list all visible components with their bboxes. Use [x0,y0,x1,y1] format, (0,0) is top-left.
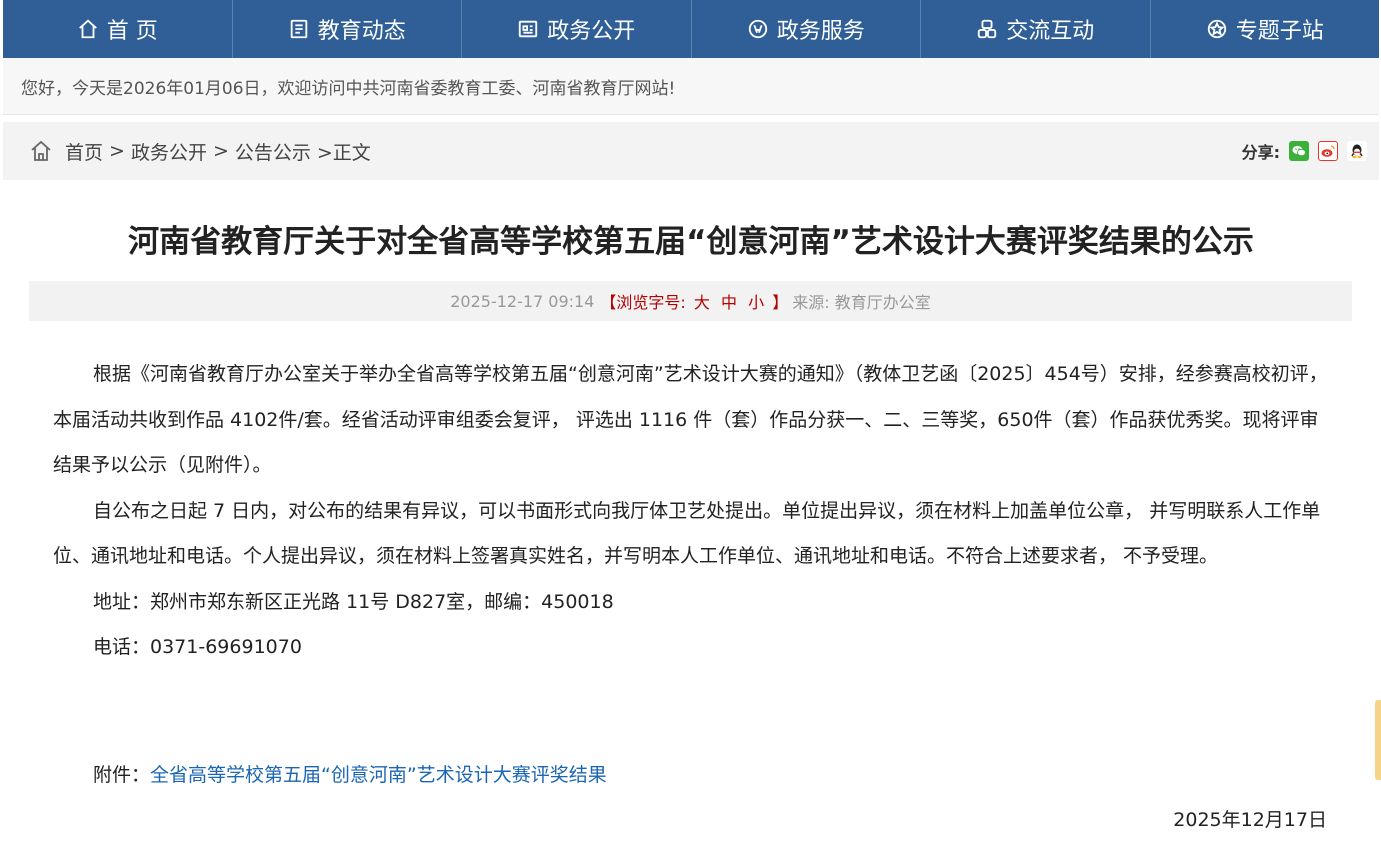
attachment: 附件：全省高等学校第五届“创意河南”艺术设计大赛评奖结果 [93,760,607,787]
font-size-label: 【浏览字号: [600,293,686,312]
welcome-bar: 您好，今天是2026年01月06日，欢迎访问中共河南省委教育工委、河南省教育厅网… [3,58,1379,115]
qq-icon[interactable] [1347,141,1367,161]
article-phone: 电话：0371-69691070 [93,636,302,658]
publish-datetime: 2025-12-17 09:14 [450,291,595,311]
welcome-text: 您好，今天是2026年01月06日，欢迎访问中共河南省委教育工委、河南省教育厅网… [21,78,676,99]
nav-item-home[interactable]: 首 页 [3,0,233,58]
nav-item-label: 交流互动 [1006,19,1095,44]
breadcrumb-separator: > [109,140,125,162]
font-size-label-close: 】 [772,293,789,312]
nav-item-interaction[interactable]: 交流互动 [921,0,1151,58]
sign-date: 2025年12月17日 [1173,809,1327,831]
breadcrumb-current: >正文 [316,141,371,164]
gov-open-icon [517,18,539,40]
nav-item-label: 专题子站 [1235,19,1324,44]
article-source: 来源: 教育厅办公室 [792,293,931,312]
home-icon [77,18,99,40]
article-paragraph: 自公布之日起 7 日内，对公布的结果有异议，可以书面形式向我厅体卫艺处提出。单位… [53,499,1321,568]
nav-item-topic[interactable]: 专题子站 [1151,0,1380,58]
font-size-large-button[interactable]: 大 [694,293,710,312]
service-icon [747,18,769,40]
article-meta: 2025-12-17 09:14 【浏览字号: 大 中 小 】 来源: 教育厅办… [29,281,1352,321]
nav-item-label: 政务公开 [547,19,636,44]
share-bar: 分享: [1242,139,1367,163]
article-container: 河南省教育厅关于对全省高等学校第五届“创意河南”艺术设计大赛评奖结果的公示 20… [3,180,1379,845]
article-body: 根据《河南省教育厅办公室关于举办全省高等学校第五届“创意河南”艺术设计大赛的通知… [53,352,1329,671]
interaction-icon [976,18,998,40]
nav-item-label: 教育动态 [317,19,406,44]
font-size-medium-button[interactable]: 中 [721,293,737,312]
nav-item-news[interactable]: 教育动态 [233,0,462,58]
floating-side-tab[interactable] [1375,700,1381,780]
font-size-small-button[interactable]: 小 [748,293,764,312]
nav-item-label: 首 页 [106,19,158,44]
top-nav: 首 页 教育动态 政务公开 政务服务 交流互动 专题子站 [3,0,1379,58]
news-icon [288,18,310,40]
breadcrumb-separator: > [212,140,229,162]
topic-icon [1206,18,1228,40]
article-title: 河南省教育厅关于对全省高等学校第五届“创意河南”艺术设计大赛评奖结果的公示 [128,224,1254,260]
attachment-link[interactable]: 全省高等学校第五届“创意河南”艺术设计大赛评奖结果 [150,764,607,786]
attachment-label: 附件： [93,764,151,786]
share-label: 分享: [1241,143,1280,162]
nav-item-gov-open[interactable]: 政务公开 [462,0,692,58]
breadcrumb: 首页 > 政务公开 > 公告公示 >正文 分享: [3,122,1379,180]
home-icon [29,139,53,163]
nav-item-label: 政务服务 [776,19,865,44]
weibo-icon[interactable] [1318,141,1338,161]
font-size-control: 【浏览字号: 大 中 小 】 [600,289,788,313]
wechat-icon[interactable] [1289,141,1309,161]
breadcrumb-notice-link[interactable]: 公告公示 [235,138,311,165]
article-address: 地址：郑州市郑东新区正光路 11号 D827室，邮编：450018 [93,590,614,613]
article-paragraph: 根据《河南省教育厅办公室关于举办全省高等学校第五届“创意河南”艺术设计大赛的通知… [53,363,1328,476]
breadcrumb-home-link[interactable]: 首页 [65,138,103,165]
breadcrumb-gov-open-link[interactable]: 政务公开 [131,138,207,165]
nav-item-service[interactable]: 政务服务 [692,0,921,58]
